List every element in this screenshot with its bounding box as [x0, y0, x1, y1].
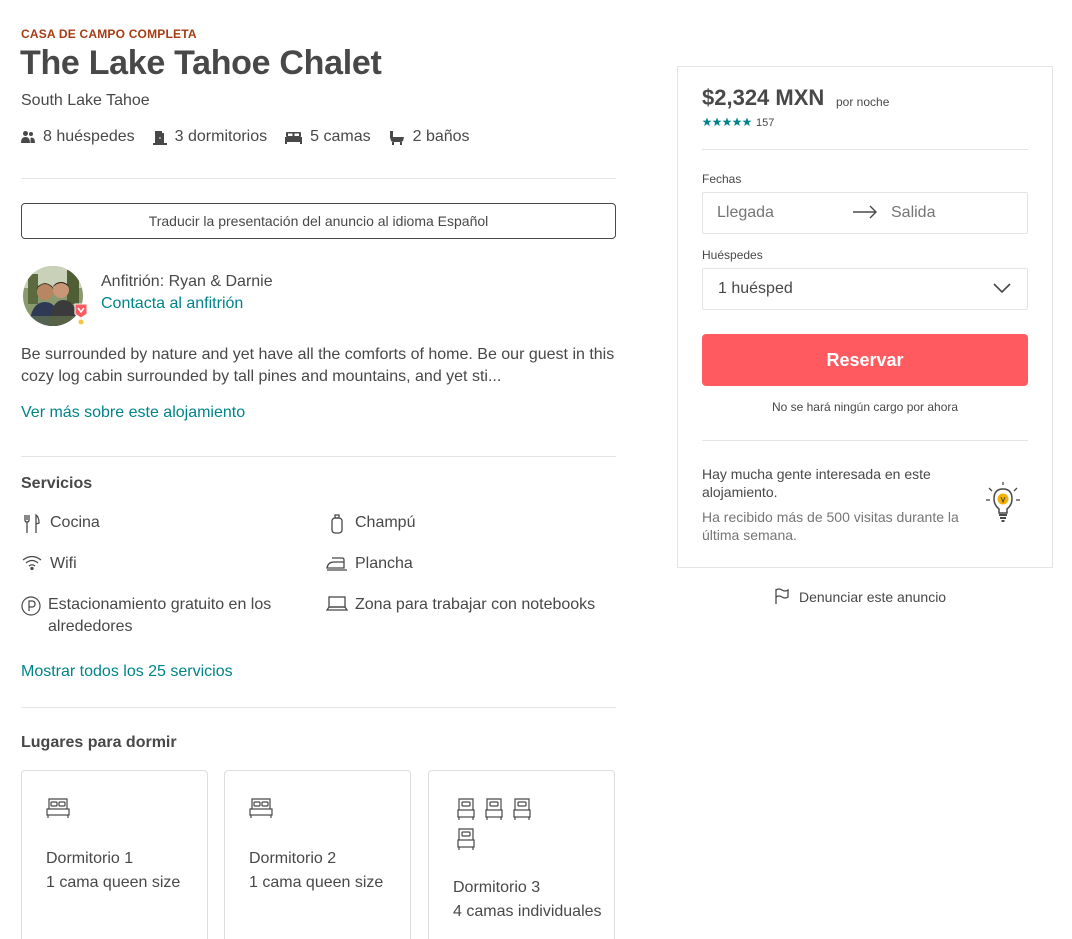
- room-name: Dormitorio 1: [46, 850, 134, 867]
- divider: [21, 707, 616, 708]
- queen-bed-icon: [249, 797, 283, 825]
- single-bed-icon: [513, 797, 541, 827]
- bed-icon: [285, 131, 310, 144]
- room-beds: [46, 797, 156, 825]
- door-icon: [152, 130, 175, 145]
- lightbulb-icon: [983, 480, 1023, 524]
- report-listing-link[interactable]: Denunciar este anuncio: [774, 588, 946, 605]
- amenity-label: Estacionamiento gratuito en los alrededo…: [48, 596, 272, 635]
- amenity-label: Wifi: [50, 555, 77, 572]
- translate-button[interactable]: Traducir la presentación del anuncio al …: [21, 203, 616, 239]
- report-label: Denunciar este anuncio: [799, 588, 947, 605]
- iron-icon: [326, 553, 348, 571]
- summary-beds: 5 camas: [285, 128, 371, 146]
- checkin-input[interactable]: Llegada: [717, 204, 774, 222]
- amenity-item: Estacionamiento gratuito en los alrededo…: [21, 594, 311, 638]
- price: $2,324 MXN: [702, 85, 825, 110]
- dates-label: Fechas: [702, 172, 742, 186]
- listing-location: South Lake Tahoe: [21, 92, 150, 109]
- amenity-label: Plancha: [355, 555, 413, 572]
- sleeping-title: Lugares para dormir: [21, 734, 177, 751]
- room-bed-description: 1 cama queen size: [46, 874, 181, 891]
- room-beds: [457, 797, 567, 857]
- queen-bed-icon: [46, 797, 80, 825]
- divider: [702, 440, 1028, 441]
- room-card: Dormitorio 1 1 cama queen size: [21, 770, 208, 939]
- star-icons: [702, 117, 752, 126]
- room-card: Dormitorio 3 4 camas individuales: [428, 770, 615, 939]
- per-night-label: por noche: [836, 95, 890, 109]
- guests-icon: [21, 130, 43, 144]
- amenity-label: Champú: [355, 514, 416, 531]
- amenity-item: Cocina: [21, 512, 100, 534]
- single-bed-icon: [457, 827, 485, 857]
- summary-beds-label: 5 camas: [310, 128, 371, 145]
- summary-baths-label: 2 baños: [412, 128, 470, 145]
- services-title: Servicios: [21, 475, 93, 492]
- single-bed-icon: [457, 797, 485, 827]
- divider: [21, 178, 616, 179]
- listing-kind: CASA DE CAMPO COMPLETA: [21, 27, 197, 41]
- amenity-item: Zona para trabajar con notebooks: [326, 594, 595, 616]
- divider: [21, 456, 616, 457]
- amenity-label: Zona para trabajar con notebooks: [355, 596, 596, 613]
- checkout-input[interactable]: Salida: [891, 204, 935, 222]
- room-bed-description: 4 camas individuales: [453, 903, 602, 920]
- room-name: Dormitorio 3: [453, 879, 541, 896]
- amenity-item: Champú: [326, 512, 415, 534]
- no-charge-note: No se hará ningún cargo por ahora: [771, 400, 959, 414]
- wifi-icon: [21, 553, 43, 571]
- divider: [702, 149, 1028, 150]
- bath-icon: [389, 130, 413, 145]
- show-all-services-link[interactable]: Mostrar todos los 25 servicios: [21, 663, 233, 681]
- room-name: Dormitorio 2: [249, 850, 337, 867]
- flag-icon: [775, 588, 789, 604]
- shampoo-icon: [326, 512, 348, 534]
- chevron-down-icon[interactable]: [993, 282, 1011, 294]
- listing-summary: 8 huéspedes 3 dormitorios 5 camas 2 baño…: [21, 128, 488, 146]
- utensils-icon: [21, 512, 43, 534]
- room-bed-description: 1 cama queen size: [249, 874, 384, 891]
- summary-guests: 8 huéspedes: [21, 128, 135, 146]
- listing-title: The Lake Tahoe Chalet: [20, 44, 382, 82]
- amenity-item: Wifi: [21, 553, 77, 575]
- summary-guests-label: 8 huéspedes: [43, 128, 135, 145]
- parking-icon: [21, 594, 41, 616]
- single-bed-icon: [485, 797, 513, 827]
- amenity-item: Plancha: [326, 553, 413, 575]
- read-more-link[interactable]: Ver más sobre este alojamiento: [21, 404, 245, 422]
- guests-value[interactable]: 1 huésped: [718, 280, 793, 298]
- arrow-right-icon: [852, 205, 878, 219]
- room-beds: [249, 797, 359, 825]
- superhost-badge-icon: [74, 302, 88, 326]
- reserve-button[interactable]: Reservar: [702, 334, 1028, 386]
- room-card: Dormitorio 2 1 cama queen size: [224, 770, 411, 939]
- summary-baths: 2 baños: [389, 128, 470, 146]
- listing-description: Be surrounded by nature and yet have all…: [21, 346, 615, 385]
- review-count[interactable]: 157: [756, 117, 774, 129]
- guests-label: Huéspedes: [702, 248, 763, 262]
- amenity-label: Cocina: [50, 514, 100, 531]
- host-name: Anfitrión: Ryan & Darnie: [101, 273, 273, 290]
- summary-bedrooms: 3 dormitorios: [152, 128, 268, 146]
- summary-bedrooms-label: 3 dormitorios: [174, 128, 268, 145]
- laptop-icon: [326, 594, 348, 612]
- contact-host-link[interactable]: Contacta al anfitrión: [101, 295, 243, 313]
- rating-stars[interactable]: [702, 117, 752, 127]
- popular-subtitle: Ha recibido más de 500 visitas durante l…: [702, 509, 959, 543]
- popular-title: Hay mucha gente interesada en este aloja…: [702, 466, 931, 500]
